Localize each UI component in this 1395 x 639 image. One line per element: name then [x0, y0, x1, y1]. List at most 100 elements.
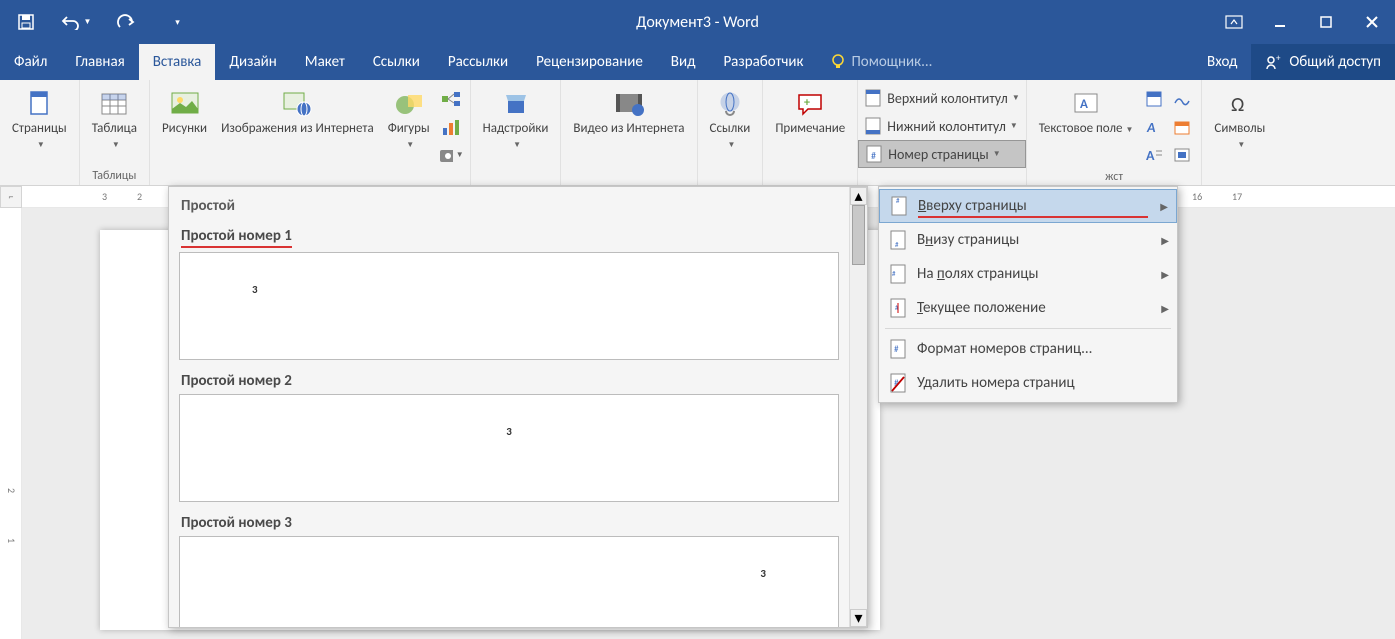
gallery-item-3[interactable]: 3 — [179, 536, 839, 627]
submenu-remove[interactable]: # Удалить номера страниц — [879, 366, 1177, 400]
group-pages: Страницы▼ — [0, 80, 80, 185]
signin-button[interactable]: Вход — [1193, 44, 1251, 80]
submenu-bottom-of-page[interactable]: # Внизу страницы ▶ — [879, 223, 1177, 257]
quick-access-toolbar: ▼ ▾ — [0, 4, 194, 40]
scrollbar-thumb[interactable] — [852, 205, 865, 265]
group-links: Ссылки▼ — [698, 80, 764, 185]
video-icon — [614, 92, 644, 116]
chevron-right-icon: ▶ — [1161, 234, 1169, 247]
ruler-vertical[interactable]: 2 1 — [0, 208, 22, 639]
close-button[interactable] — [1349, 0, 1395, 44]
redo-icon — [117, 14, 135, 30]
svg-text:#: # — [892, 269, 896, 278]
omega-icon: Ω — [1227, 92, 1253, 116]
tab-mailings[interactable]: Рассылки — [434, 44, 522, 80]
table-button[interactable]: Таблица▼ — [86, 84, 143, 156]
smartart-button[interactable] — [438, 86, 464, 112]
svg-text:#: # — [895, 240, 899, 249]
ruler-corner[interactable]: ⌐ — [0, 186, 22, 208]
scroll-up-icon[interactable]: ▴ — [850, 187, 867, 205]
symbols-button[interactable]: Ω Символы▼ — [1208, 84, 1271, 156]
header-button[interactable]: Верхний колонтитул ▼ — [858, 84, 1025, 112]
tab-insert[interactable]: Вставка — [139, 44, 216, 80]
window-controls — [1211, 0, 1395, 44]
close-icon — [1365, 15, 1379, 29]
tab-file[interactable]: Файл — [0, 44, 61, 80]
online-pictures-button[interactable]: Изображения из Интернета — [215, 84, 380, 141]
minimize-icon — [1273, 15, 1287, 29]
ribbon-display-icon — [1225, 15, 1243, 29]
submenu-top-of-page[interactable]: # Вверху страницы ▶ — [879, 189, 1177, 223]
datetime-button[interactable] — [1169, 114, 1195, 140]
ribbon: Страницы▼ Таблица▼ Таблицы Рисунки Изобр… — [0, 80, 1395, 186]
bottom-page-icon: # — [889, 229, 907, 251]
svg-text:#: # — [871, 149, 876, 162]
save-button[interactable] — [8, 4, 44, 40]
shapes-button[interactable]: Фигуры▼ — [382, 84, 436, 156]
chevron-right-icon: ▶ — [1161, 302, 1169, 315]
tab-view[interactable]: Вид — [657, 44, 710, 80]
wordart-icon: A — [1145, 118, 1163, 136]
chevron-down-icon: ▼ — [112, 140, 120, 150]
gallery-item-1[interactable]: 3 — [179, 252, 839, 360]
scroll-down-icon[interactable]: ▾ — [850, 609, 867, 627]
page-number-button[interactable]: # Номер страницы ▼ — [858, 140, 1025, 168]
link-icon — [716, 91, 744, 117]
ribbon-tabs: Файл Главная Вставка Дизайн Макет Ссылки… — [0, 44, 1395, 80]
tab-review[interactable]: Рецензирование — [522, 44, 657, 80]
page-number-icon: # — [865, 144, 883, 164]
tab-developer[interactable]: Разработчик — [709, 44, 817, 80]
chevron-down-icon: ▼ — [1010, 121, 1018, 131]
chart-button[interactable] — [438, 114, 464, 140]
svg-text:A: A — [1080, 97, 1088, 112]
tab-references[interactable]: Ссылки — [359, 44, 434, 80]
footer-button[interactable]: Нижний колонтитул ▼ — [858, 112, 1025, 140]
minimize-button[interactable] — [1257, 0, 1303, 44]
quickparts-button[interactable] — [1141, 86, 1167, 112]
pages-button[interactable]: Страницы▼ — [6, 84, 73, 156]
qat-customize-button[interactable]: ▾ — [158, 4, 194, 40]
gallery-item-2[interactable]: 3 — [179, 394, 839, 502]
save-icon — [17, 13, 35, 31]
chevron-down-icon: ▼ — [406, 140, 414, 150]
sigline-button[interactable] — [1169, 86, 1195, 112]
group-addins: Надстройки▼ — [471, 80, 562, 185]
chevron-down-icon: ▼ — [84, 17, 92, 27]
group-illustrations: Рисунки Изображения из Интернета Фигуры▼… — [150, 80, 471, 185]
screenshot-button[interactable]: ▼ — [438, 142, 464, 168]
chevron-right-icon: ▶ — [1161, 268, 1169, 281]
maximize-button[interactable] — [1303, 0, 1349, 44]
svg-text:#: # — [896, 196, 900, 205]
gallery-heading: Простой — [179, 193, 839, 221]
tab-home[interactable]: Главная — [61, 44, 138, 80]
dropcap-button[interactable]: A — [1141, 142, 1167, 168]
gallery-item-title-1: Простой номер 1 — [179, 221, 839, 252]
comment-button[interactable]: + Примечание — [769, 84, 851, 141]
svg-text:A: A — [1146, 119, 1156, 136]
gallery-scrollbar[interactable]: ▴ ▾ — [849, 187, 867, 627]
chart-icon — [441, 118, 461, 136]
submenu-current-position[interactable]: # Текущее положение ▶ — [879, 291, 1177, 325]
wordart-button[interactable]: A — [1141, 114, 1167, 140]
chevron-down-icon: ▼ — [993, 149, 1001, 159]
submenu-page-margins[interactable]: # На полях страницы ▶ — [879, 257, 1177, 291]
svg-text:Ω: Ω — [1231, 93, 1244, 116]
tell-me[interactable]: Помощник... — [817, 44, 946, 80]
links-button[interactable]: Ссылки▼ — [704, 84, 757, 156]
textbox-button[interactable]: A Текстовое поле▼ — [1033, 84, 1140, 141]
redo-button[interactable] — [108, 4, 144, 40]
pictures-button[interactable]: Рисунки — [156, 84, 213, 141]
object-button[interactable] — [1169, 142, 1195, 168]
addins-button[interactable]: Надстройки▼ — [477, 84, 555, 156]
maximize-icon — [1319, 15, 1333, 29]
picture-icon — [170, 91, 200, 117]
tab-layout[interactable]: Макет — [291, 44, 359, 80]
tab-design[interactable]: Дизайн — [215, 44, 290, 80]
store-icon — [503, 91, 529, 117]
submenu-format[interactable]: # Формат номеров страниц... — [879, 332, 1177, 366]
chevron-down-icon: ▼ — [1237, 140, 1245, 150]
ribbon-display-button[interactable] — [1211, 0, 1257, 44]
undo-button[interactable]: ▼ — [58, 4, 94, 40]
online-video-button[interactable]: Видео из Интернета — [567, 84, 690, 141]
share-button[interactable]: + Общий доступ — [1251, 44, 1395, 80]
